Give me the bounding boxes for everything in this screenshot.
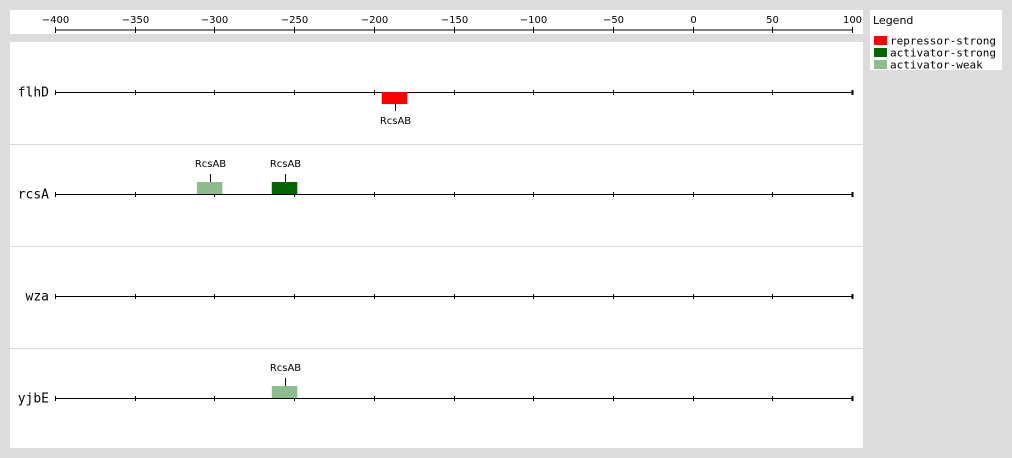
binding-site-box (381, 92, 408, 104)
binding-site-box (271, 386, 298, 398)
binding-site-box (196, 182, 223, 194)
binding-site-label: RcsAB (270, 363, 301, 374)
legend-title: Legend (873, 14, 913, 27)
binding-site-label: RcsAB (380, 116, 411, 127)
binding-site-box (271, 182, 298, 194)
legend-item-label: activator-weak (890, 59, 983, 72)
axis-tick-label: −100 (520, 15, 547, 26)
axis-tick-label: −350 (122, 15, 149, 26)
axis-tick-label: −50 (603, 15, 624, 26)
axis-tick-label: 100 (843, 15, 862, 26)
axis-tick-label: 0 (690, 15, 696, 26)
axis-tick-label: −150 (441, 15, 468, 26)
binding-site-label: RcsAB (195, 159, 226, 170)
gene-label-wza: wza (26, 290, 49, 305)
promoter-map-canvas: −400 −350 −300 −250 −200 −150 −100 −50 0 50 100 flh… (0, 0, 1012, 458)
gene-label-flhD: flhD (18, 86, 49, 101)
legend-swatch (874, 60, 887, 69)
legend-swatch (874, 36, 887, 45)
axis-tick-label: −300 (201, 15, 228, 26)
axis-tick-label: −250 (281, 15, 308, 26)
gene-label-yjbE: yjbE (18, 392, 49, 407)
rows-panel (10, 42, 863, 448)
axis-tick-label: −200 (361, 15, 388, 26)
binding-site-label: RcsAB (270, 159, 301, 170)
axis-tick-label: −400 (42, 15, 69, 26)
promoter-map-svg: −400 −350 −300 −250 −200 −150 −100 −50 0 50 100 flh… (10, 10, 1002, 448)
axis-tick-label: 50 (766, 15, 779, 26)
gene-label-rcsA: rcsA (18, 188, 49, 203)
legend-swatch (874, 48, 887, 57)
